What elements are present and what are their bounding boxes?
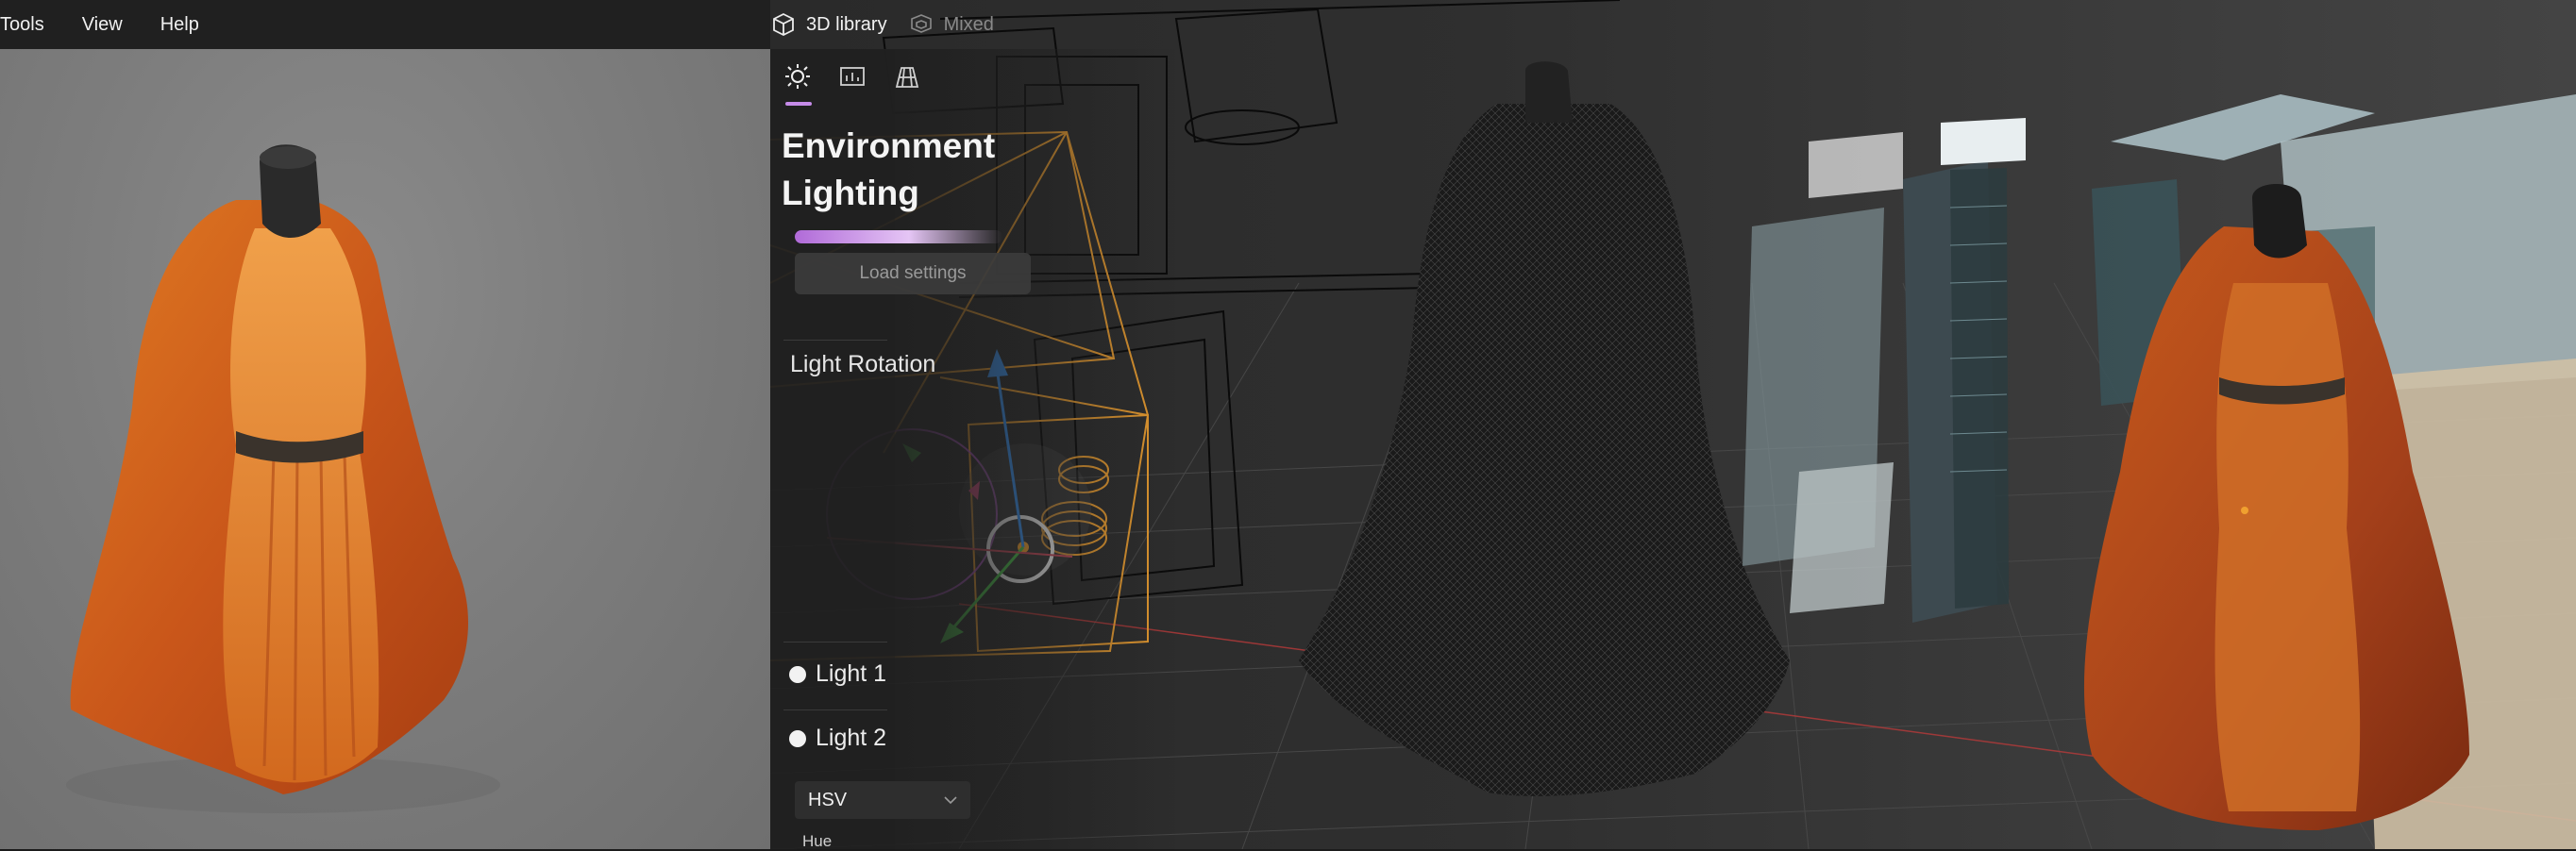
left-viewport[interactable]	[0, 49, 770, 849]
tab-3d-library-label: 3D library	[806, 13, 887, 35]
hue-label: Hue	[802, 832, 833, 850]
tab-mixed[interactable]: Mixed	[908, 11, 994, 38]
load-settings-button[interactable]: Load settings	[795, 253, 1031, 294]
light-2-toggle[interactable]: Light 2	[789, 725, 886, 752]
menu-help[interactable]: Help	[160, 14, 199, 36]
menu-bar: Tools View Help	[0, 0, 770, 49]
active-tab-indicator	[785, 102, 812, 106]
light-rotation-label: Light Rotation	[790, 351, 936, 377]
panel-title-line1: Environment	[782, 126, 996, 165]
top-toolbar: 3D library Mixed	[770, 0, 2576, 49]
mixed-reality-icon	[910, 14, 932, 33]
panel-title: Environment Lighting	[782, 123, 995, 217]
divider	[783, 340, 887, 341]
color-mode-value: HSV	[808, 789, 848, 810]
sun-icon[interactable]	[783, 62, 812, 91]
light-1-label: Light 1	[816, 660, 887, 687]
menu-tools[interactable]: Tools	[0, 14, 44, 36]
tab-mixed-label: Mixed	[943, 13, 994, 35]
grid-icon[interactable]	[893, 62, 921, 91]
radio-dot-icon	[789, 665, 806, 683]
stats-icon[interactable]	[838, 62, 867, 91]
panel-title-line2: Lighting	[782, 174, 919, 212]
chevron-down-icon	[944, 796, 957, 805]
light-2-label: Light 2	[816, 725, 887, 751]
color-mode-dropdown[interactable]: HSV	[795, 781, 970, 819]
cube-icon	[773, 12, 794, 37]
environment-preview-strip	[795, 230, 1002, 243]
light-1-toggle[interactable]: Light 1	[789, 660, 886, 688]
dress-model-preview	[66, 144, 500, 813]
divider	[783, 709, 887, 710]
tab-3d-library[interactable]: 3D library	[770, 11, 887, 38]
menu-view[interactable]: View	[82, 14, 123, 36]
radio-dot-icon	[789, 729, 806, 747]
